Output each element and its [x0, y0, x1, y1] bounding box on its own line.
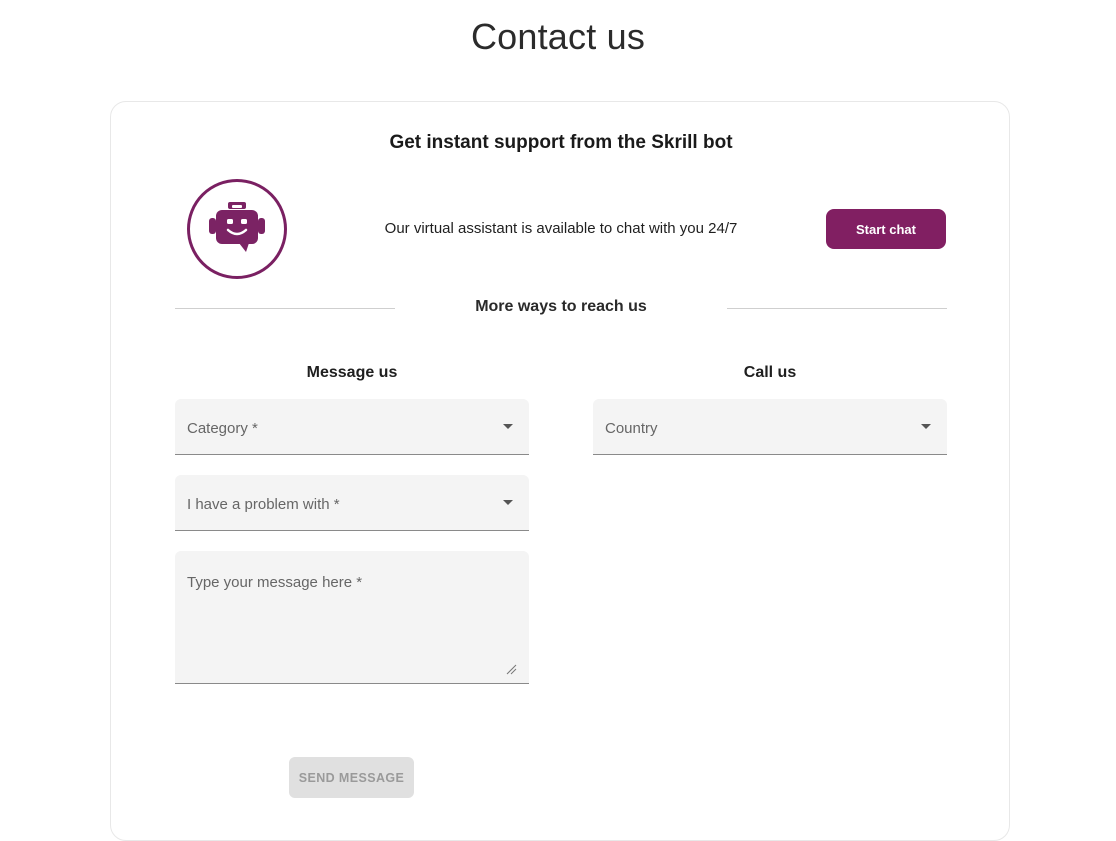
- page-title: Contact us: [470, 16, 646, 57]
- chevron-down-icon: [921, 424, 931, 429]
- call-us-heading: Call us: [743, 364, 797, 381]
- category-select[interactable]: Category *: [175, 399, 529, 455]
- divider-left: [175, 308, 395, 309]
- bot-heading: Get instant support from the Skrill bot: [389, 132, 733, 153]
- contact-card: Get instant support from the Skrill bot …: [110, 101, 1010, 841]
- bot-avatar: [187, 179, 287, 279]
- country-select[interactable]: Country: [593, 399, 947, 455]
- chat-bot-icon: [209, 202, 265, 252]
- send-message-button[interactable]: SEND MESSAGE: [289, 757, 414, 798]
- problem-select[interactable]: I have a problem with *: [175, 475, 529, 531]
- bot-description: Our virtual assistant is available to ch…: [384, 220, 738, 237]
- more-ways-heading: More ways to reach us: [475, 298, 647, 315]
- resize-handle-icon[interactable]: [505, 663, 517, 675]
- problem-label: I have a problem with *: [187, 496, 340, 513]
- message-placeholder: Type your message here *: [187, 574, 363, 591]
- message-textarea[interactable]: Type your message here *: [175, 551, 529, 684]
- chevron-down-icon: [503, 500, 513, 505]
- country-label: Country: [605, 420, 658, 437]
- message-us-heading: Message us: [306, 364, 398, 381]
- chevron-down-icon: [503, 424, 513, 429]
- category-label: Category *: [187, 420, 258, 437]
- divider-right: [727, 308, 947, 309]
- start-chat-button[interactable]: Start chat: [826, 209, 946, 249]
